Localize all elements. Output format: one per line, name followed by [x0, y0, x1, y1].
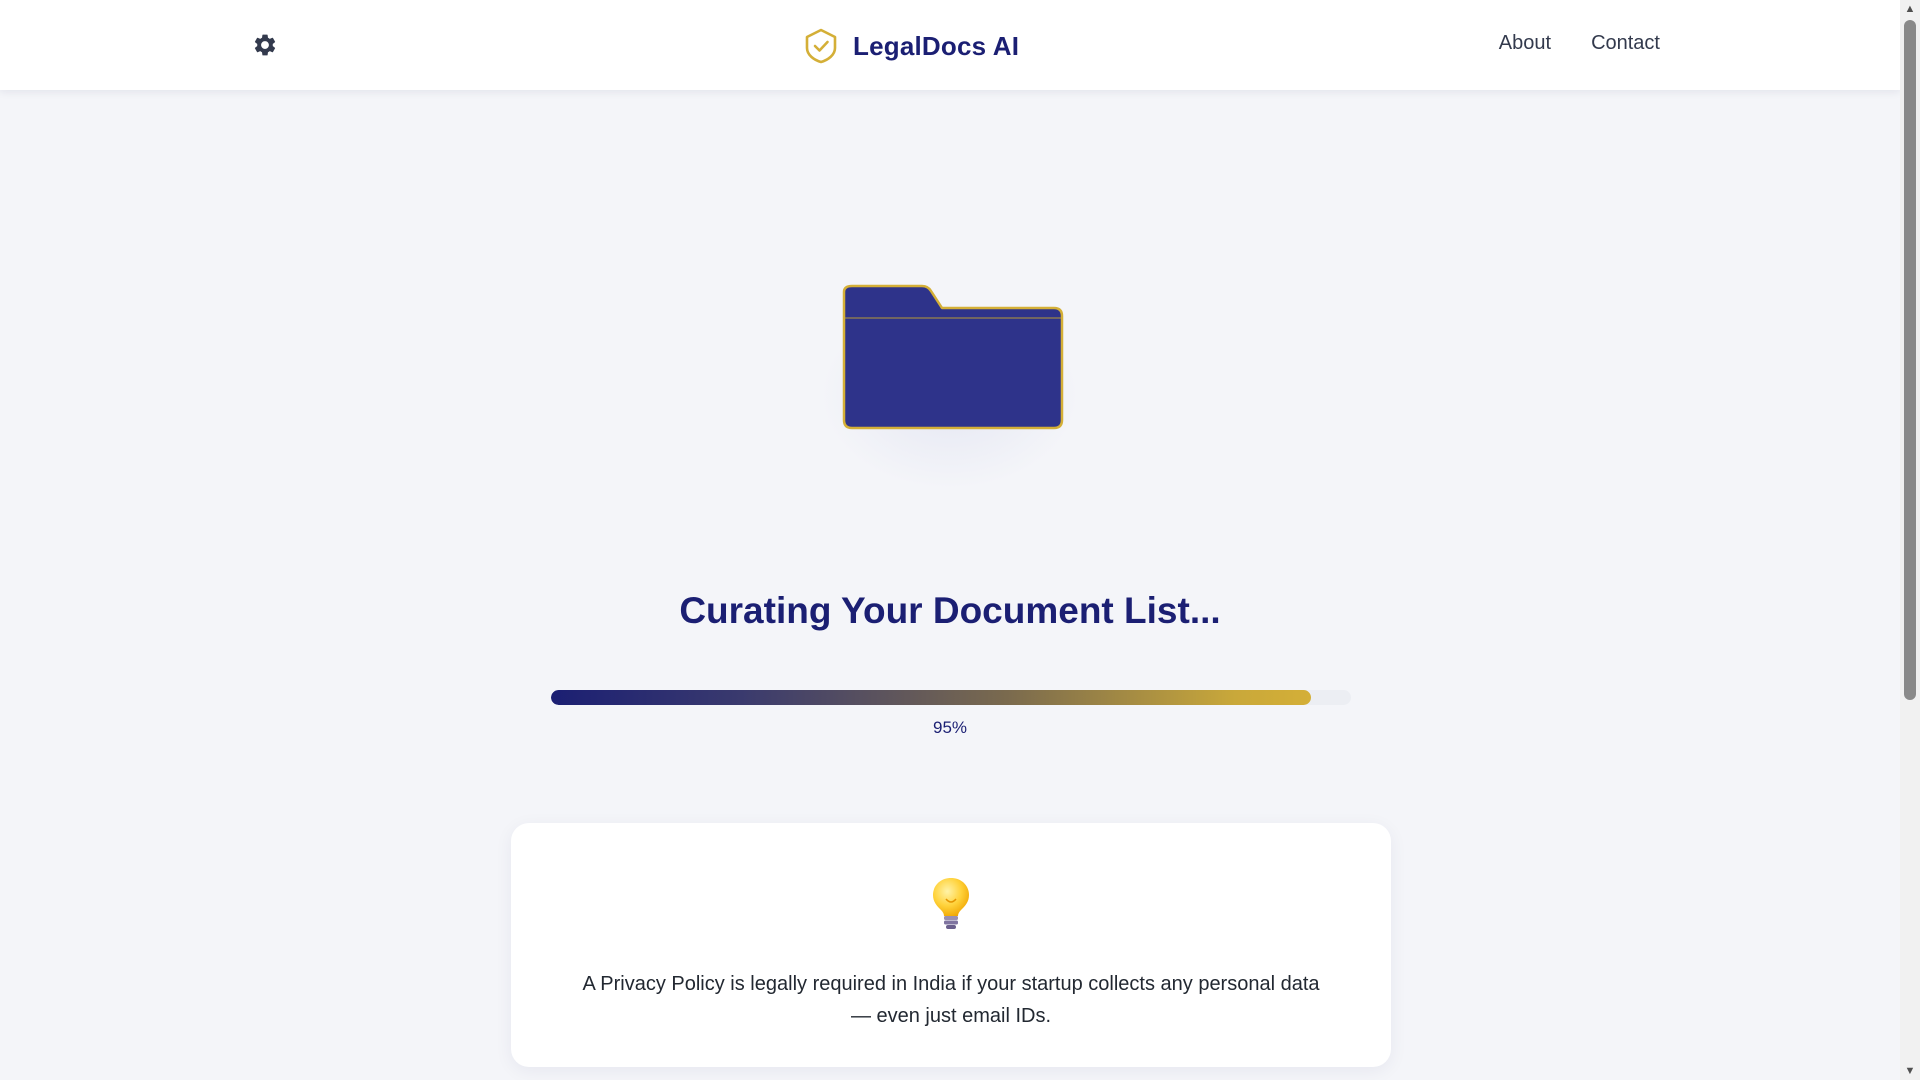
folder-icon [842, 284, 1064, 430]
vertical-scrollbar[interactable]: ▲ ▼ [1900, 0, 1920, 1080]
brand-logo[interactable]: LegalDocs AI [803, 26, 1019, 66]
scrollbar-thumb[interactable] [1904, 20, 1916, 700]
brand-name: LegalDocs AI [853, 30, 1020, 61]
top-header: LegalDocs AI About Contact [0, 0, 1900, 90]
progress-fill [551, 690, 1311, 705]
tip-text: A Privacy Policy is legally required in … [582, 973, 1320, 1027]
settings-button[interactable] [248, 28, 282, 62]
main-nav: About Contact [1499, 32, 1660, 55]
scroll-down-arrow-icon[interactable]: ▼ [1900, 1062, 1920, 1080]
app-viewport: LegalDocs AI About Contact Curating Your… [0, 0, 1900, 1080]
nav-link-about[interactable]: About [1499, 32, 1551, 55]
progress-percent: 95% [932, 718, 968, 737]
tip-card: A Privacy Policy is legally required in … [511, 823, 1391, 1067]
loading-title: Curating Your Document List... [679, 590, 1221, 631]
gear-icon [254, 34, 276, 56]
loading-illustration [810, 270, 1090, 490]
nav-link-contact[interactable]: Contact [1591, 32, 1660, 55]
scroll-up-arrow-icon[interactable]: ▲ [1900, 0, 1920, 18]
progress-bar [551, 690, 1351, 705]
shield-check-icon [805, 28, 837, 64]
lightbulb-icon [933, 878, 969, 929]
